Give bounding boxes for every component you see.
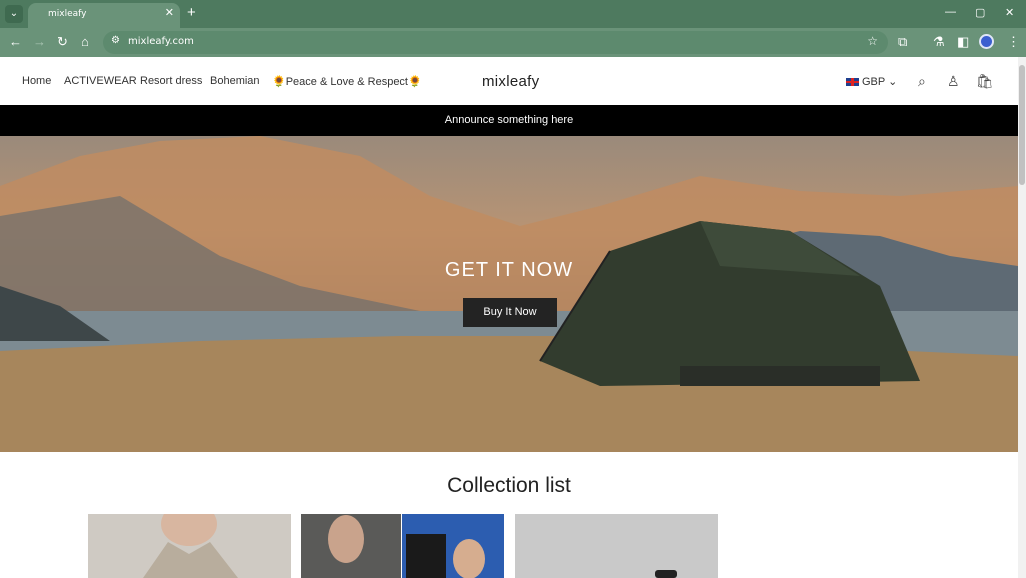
address-bar[interactable]: ⚙ mixleafy.com ☆ <box>103 31 888 54</box>
close-window-icon[interactable]: ✕ <box>1005 6 1014 19</box>
currency-selector[interactable]: GBP ⌄ <box>846 75 897 88</box>
back-icon[interactable]: ← <box>9 34 22 49</box>
browser-tab[interactable]: mixleafy ✕ <box>28 3 180 28</box>
nav-resort-dress[interactable]: Resort dress <box>140 75 202 87</box>
bookmark-star-icon[interactable]: ☆ <box>867 34 878 48</box>
scroll-thumb[interactable] <box>1019 65 1025 185</box>
collection-title: Collection list <box>447 474 571 497</box>
collection-card[interactable] <box>301 514 504 578</box>
currency-label: GBP <box>862 76 886 88</box>
menu-dots-icon[interactable]: ⋮ <box>1007 34 1020 50</box>
extensions-icon[interactable]: ⧉ <box>898 34 907 50</box>
labs-icon[interactable]: ⚗ <box>933 34 945 50</box>
collection-image <box>301 514 504 578</box>
buy-it-now-button[interactable]: Buy It Now <box>463 298 557 327</box>
browser-tabbar: ⌄ mixleafy ✕ + — ▢ ✕ <box>0 0 1026 28</box>
home-icon[interactable]: ⌂ <box>81 34 89 49</box>
cart-icon[interactable]: 🛍 <box>976 73 994 90</box>
nav-peace-love-respect[interactable]: 🌻Peace & Love & Respect🌻 <box>272 75 422 88</box>
page-scrollbar[interactable] <box>1018 57 1026 578</box>
collection-card[interactable] <box>88 514 291 578</box>
profile-avatar[interactable] <box>979 34 994 49</box>
minimize-icon[interactable]: — <box>945 6 956 18</box>
nav-bohemian[interactable]: Bohemian <box>210 75 260 87</box>
side-panel-icon[interactable]: ◧ <box>957 34 969 50</box>
collection-image <box>88 514 291 578</box>
maximize-icon[interactable]: ▢ <box>975 6 985 19</box>
collection-card[interactable] <box>515 514 718 578</box>
nav-home[interactable]: Home <box>22 75 51 87</box>
reload-icon[interactable]: ↻ <box>57 34 68 50</box>
site-logo[interactable]: mixleafy <box>482 73 539 90</box>
tab-title: mixleafy <box>48 9 87 19</box>
nav-activewear[interactable]: ACTIVEWEAR <box>64 75 137 87</box>
site-header: Home ACTIVEWEAR Resort dress Bohemian 🌻P… <box>0 57 1018 105</box>
collection-image <box>515 514 718 578</box>
search-icon[interactable]: ⌕ <box>918 73 926 90</box>
announcement-text: Announce something here <box>444 114 574 126</box>
hero-banner: GET IT NOW Buy It Now <box>0 136 1018 452</box>
url-text[interactable]: mixleafy.com <box>128 36 194 47</box>
uk-flag-icon <box>846 78 859 87</box>
chevron-down-icon: ⌄ <box>888 76 898 88</box>
account-icon[interactable]: ♙ <box>947 73 960 90</box>
site-info-icon[interactable]: ⚙ <box>111 35 120 46</box>
hero-landscape-image <box>0 136 1018 452</box>
close-icon[interactable]: ✕ <box>165 6 174 19</box>
announcement-bar: Announce something here <box>0 105 1018 136</box>
browser-toolbar: ← → ↻ ⌂ ⚙ mixleafy.com ☆ ⧉ ⚗ ◧ ⋮ <box>0 28 1026 57</box>
new-tab-icon[interactable]: + <box>187 4 196 21</box>
hero-title: GET IT NOW <box>444 259 574 281</box>
tab-search-icon[interactable]: ⌄ <box>5 5 23 23</box>
forward-icon[interactable]: → <box>33 34 46 49</box>
